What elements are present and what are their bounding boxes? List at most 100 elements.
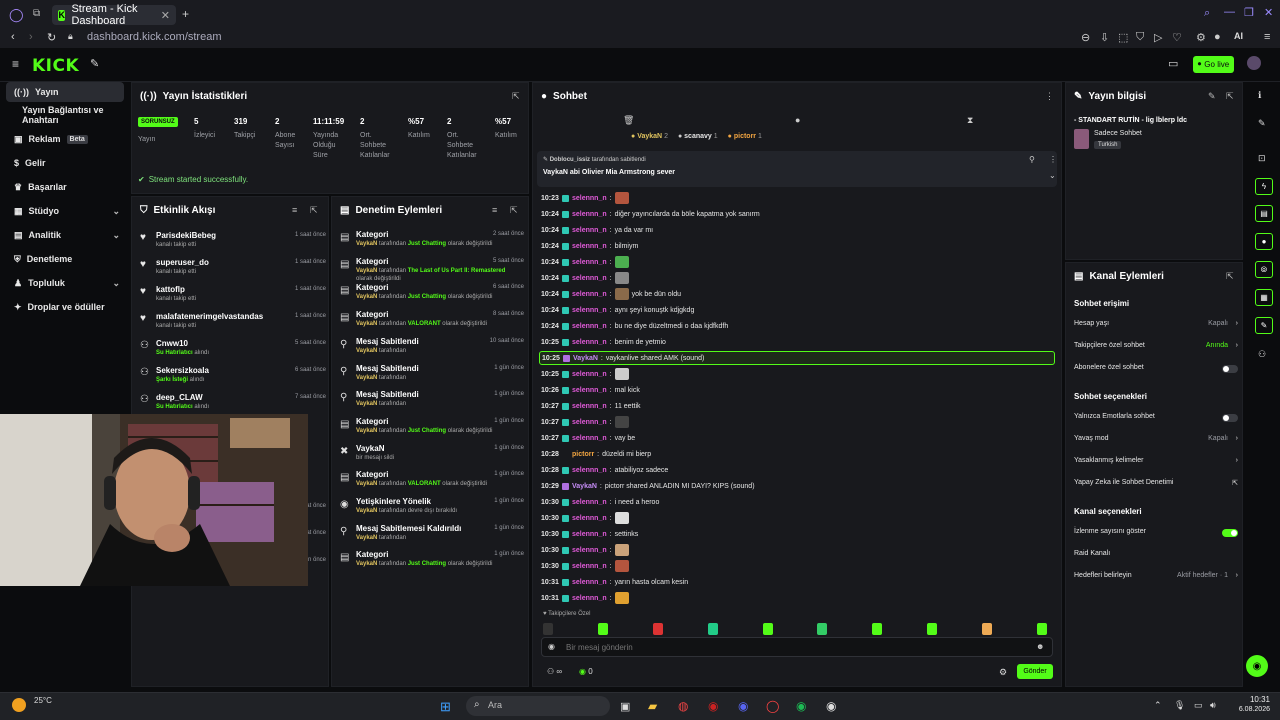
emote-icon[interactable]	[927, 623, 938, 635]
go-live-button[interactable]: ⏺ Go live	[1193, 56, 1234, 73]
activity-user[interactable]: malafatemerimgelvastandas	[156, 312, 263, 321]
more-icon[interactable]: ⋮	[1045, 91, 1054, 102]
chat-message[interactable]: 10:26 selennn_n: mal kick	[541, 383, 640, 397]
close-window-icon[interactable]: ✕	[1264, 6, 1273, 19]
message-username[interactable]: selennn_n	[572, 467, 607, 474]
chat-message[interactable]: 10:28 pictorr: düzeldi mi bierp	[541, 447, 651, 461]
chat-input-box[interactable]: ◉ ☻	[541, 637, 1053, 657]
pinned-message[interactable]: ✎ Doblocu_issiz tarafından sabitlendi Va…	[537, 151, 1057, 187]
message-username[interactable]: selennn_n	[572, 275, 607, 282]
chat-message[interactable]: 10:30 selennn_n:	[541, 543, 629, 557]
chat-message[interactable]: 10:25 VaykaN: vaykanlive shared AMK (sound…	[539, 351, 1055, 365]
message-username[interactable]: selennn_n	[572, 291, 607, 298]
info-icon[interactable]: ℹ	[1258, 90, 1261, 101]
activity-item[interactable]: ♥ kattoflp kanalı takip etti 1 saat önce	[140, 283, 326, 310]
forward-icon[interactable]: ›	[29, 31, 33, 43]
volume-icon[interactable]: 🔊︎	[1210, 700, 1216, 711]
task-view-icon[interactable]: ▣	[620, 700, 630, 713]
taskbar-search[interactable]: ⌕ Ara	[466, 696, 610, 716]
message-username[interactable]: selennn_n	[572, 307, 607, 314]
save-icon[interactable]: ⇩	[1100, 31, 1109, 44]
message-username[interactable]: selennn_n	[572, 323, 607, 330]
play-icon[interactable]: ▷	[1154, 31, 1162, 44]
theatre-icon[interactable]: ▭	[1168, 57, 1178, 70]
heart-bookmark-icon[interactable]: ♡	[1172, 31, 1182, 44]
file-explorer-icon[interactable]: ▰	[648, 699, 657, 713]
browser-tab[interactable]: K Stream - Kick Dashboard ✕	[52, 3, 176, 27]
sidebar-item-topluluk[interactable]: ♟ Topluluk ⌄	[6, 273, 124, 293]
sidebar-item-basarilar[interactable]: ♛ Başarılar	[6, 177, 124, 197]
sidebar-item-droplar[interactable]: ✦ Droplar ve ödüller	[6, 297, 124, 317]
top-chatter[interactable]: ● scanavy 1	[678, 133, 718, 140]
emote-icon[interactable]	[817, 623, 828, 635]
activity-item[interactable]: ♥ superuser_do kanalı takip etti 1 saat önc…	[140, 256, 326, 283]
hamburger-icon[interactable]: ≡	[12, 57, 19, 71]
back-icon[interactable]: ‹	[11, 31, 15, 43]
app-icon[interactable]: ◉	[708, 699, 718, 713]
chat-message[interactable]: 10:31 selennn_n:	[541, 591, 629, 605]
settings-icon[interactable]: ⚙	[999, 667, 1007, 678]
chat-message[interactable]: 10:30 selennn_n: settinks	[541, 527, 638, 541]
maximize-icon[interactable]: ❐	[1244, 6, 1254, 19]
category-name[interactable]: Sadece Sohbet	[1094, 130, 1142, 137]
chat-message[interactable]: 10:27 selennn_n: vay be	[541, 431, 635, 445]
channel-option[interactable]: Yalnızca Emotlarla sohbet	[1074, 413, 1238, 427]
sidebar-item-reklam[interactable]: ▣ Reklam Beta	[6, 129, 124, 149]
popout-icon[interactable]: ⇱	[510, 205, 518, 216]
zoom-icon[interactable]: ⊖	[1081, 31, 1090, 44]
channel-option[interactable]: Abonelere özel sohbet	[1074, 364, 1238, 378]
message-username[interactable]: selennn_n	[572, 595, 607, 602]
message-username[interactable]: selennn_n	[572, 211, 607, 218]
discord-icon[interactable]: ◉	[738, 699, 748, 713]
channel-option[interactable]: Yapay Zeka ile Sohbet Denetimi ⇱	[1074, 479, 1238, 493]
url-field[interactable]: dashboard.kick.com/stream	[87, 31, 222, 43]
activity-item[interactable]: ⚇ Cnww10 Su Hatırlatıcı alındı 5 saat önce	[140, 337, 326, 364]
chat-message[interactable]: 10:27 selennn_n:	[541, 415, 629, 429]
new-tab-icon[interactable]: +	[182, 7, 189, 21]
opera-logo-icon[interactable]: ◯	[9, 7, 24, 23]
chat-message[interactable]: 10:23 selennn_n:	[541, 191, 629, 205]
chat-message[interactable]: 10:30 selennn_n:	[541, 559, 629, 573]
sidebar-item-yayin[interactable]: ((·)) Yayın	[6, 82, 124, 102]
emote-icon[interactable]	[652, 623, 663, 635]
chat-message[interactable]: 10:24 selennn_n: bu ne diye düzeltmedi o d…	[541, 319, 728, 333]
activity-user[interactable]: Sekersizkoala	[156, 366, 209, 375]
message-username[interactable]: selennn_n	[572, 515, 607, 522]
sidebar-item-denetleme[interactable]: ⛨ Denetleme	[6, 249, 124, 269]
shrink-icon[interactable]: ⊡	[1258, 153, 1266, 164]
emote-icon[interactable]	[982, 623, 992, 635]
snapshot-icon[interactable]: ⬚	[1118, 31, 1128, 44]
chat-message[interactable]: 10:30 selennn_n: i need a heroo	[541, 495, 659, 509]
chat-message[interactable]: 10:28 selennn_n: atabiliyoz sadece	[541, 463, 668, 477]
rail-chat-button[interactable]: ●	[1255, 233, 1273, 250]
extensions-icon[interactable]: ⚙	[1196, 31, 1206, 44]
toggle-switch[interactable]	[1222, 529, 1238, 537]
emote-icon[interactable]	[707, 623, 718, 635]
chat-input[interactable]	[566, 640, 1026, 654]
edit-icon[interactable]: ✎	[1258, 118, 1266, 129]
points-count[interactable]: ◉ 0	[579, 667, 593, 676]
clock-date[interactable]: 6.08.2026	[1228, 706, 1270, 713]
message-username[interactable]: selennn_n	[572, 259, 607, 266]
message-username[interactable]: selennn_n	[572, 227, 607, 234]
mic-icon[interactable]: 🎙︎	[1174, 700, 1185, 711]
tab-manager-icon[interactable]: ⧉	[33, 8, 40, 19]
close-tab-icon[interactable]: ✕	[161, 9, 170, 22]
sidebar-item-analitik[interactable]: ▤ Analitik ⌄	[6, 225, 124, 245]
chat-message[interactable]: 10:24 selennn_n: diğer yayıncılarda da böl…	[541, 207, 760, 221]
popout-icon[interactable]: ⇱	[1226, 271, 1234, 282]
toggle-switch[interactable]	[1222, 414, 1238, 422]
message-username[interactable]: selennn_n	[572, 403, 607, 410]
filter-icon[interactable]: ≡	[292, 205, 297, 215]
activity-item[interactable]: ⚇ Sekersizkoala Şarkı İsteği alındı 6 saat …	[140, 364, 326, 391]
rail-stats-button[interactable]: ▤	[1255, 205, 1273, 222]
avatar[interactable]	[1247, 56, 1261, 70]
activity-user[interactable]: kattoflp	[156, 285, 185, 294]
rail-broadcast-button[interactable]: ⦾	[1255, 261, 1273, 278]
message-username[interactable]: VaykaN	[573, 355, 598, 362]
spotify-icon[interactable]: ◉	[796, 699, 806, 713]
message-username[interactable]: selennn_n	[572, 387, 607, 394]
obs-icon[interactable]: ◉	[826, 699, 836, 713]
clock-time[interactable]: 10:31	[1234, 695, 1270, 704]
top-chatter[interactable]: ● VaykaN 2	[631, 133, 668, 140]
